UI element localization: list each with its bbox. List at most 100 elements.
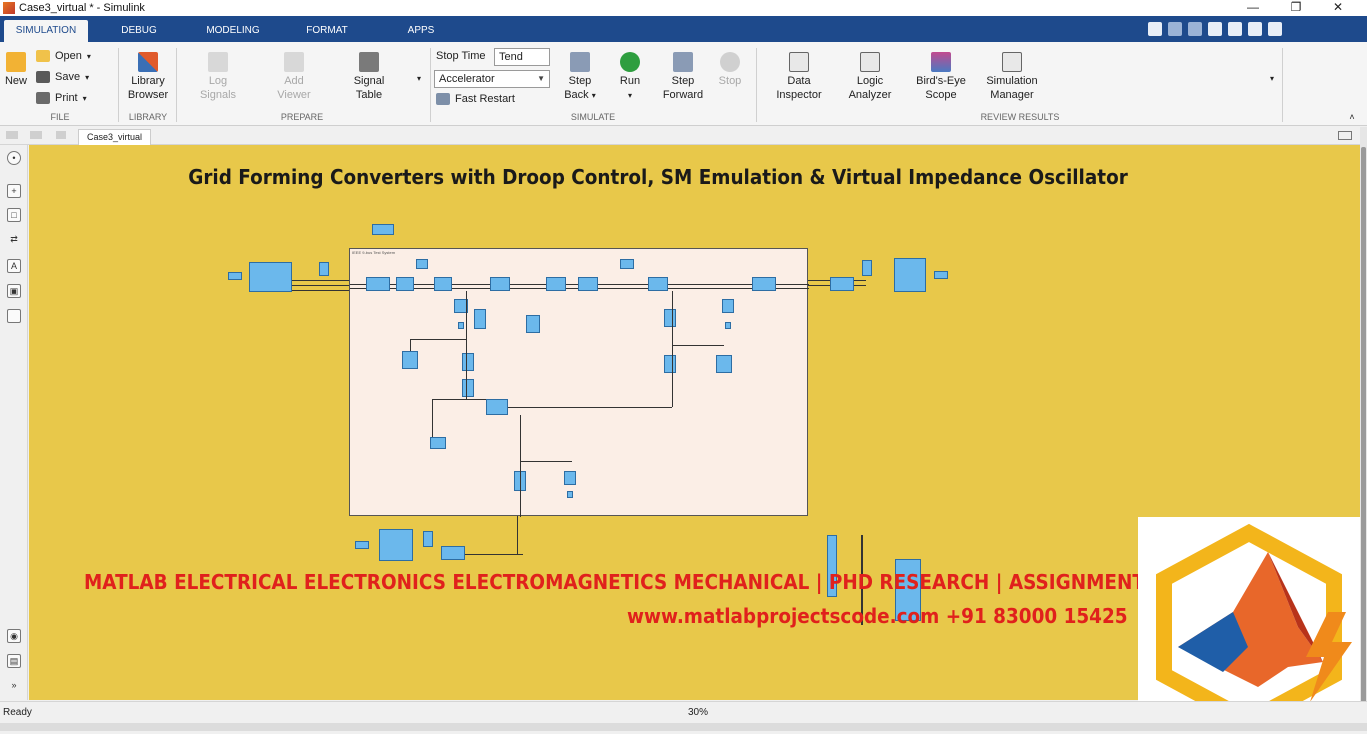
tab-apps[interactable]: APPS [392, 20, 450, 42]
open-button[interactable]: Open ▾ [36, 50, 91, 62]
model-block[interactable] [366, 277, 390, 291]
fast-restart-icon [436, 93, 450, 105]
model-block[interactable] [434, 277, 452, 291]
scrollbar-thumb[interactable] [1361, 147, 1366, 707]
model-block[interactable] [862, 260, 872, 276]
zoom-icon[interactable]: + [7, 184, 21, 198]
model-block[interactable] [578, 277, 598, 291]
minimize-button[interactable]: — [1233, 0, 1273, 16]
options-icon[interactable] [1268, 22, 1282, 36]
model-browser-icon[interactable]: ▤ [7, 654, 21, 668]
close-button[interactable]: ✕ [1318, 0, 1358, 16]
model-block[interactable] [430, 437, 446, 449]
model-block[interactable] [462, 379, 474, 397]
fit-to-view-icon[interactable]: □ [7, 208, 21, 222]
model-block[interactable] [396, 277, 414, 291]
arrow-direction-icon[interactable]: ⇄ [7, 233, 21, 247]
expand-palette-icon[interactable]: » [7, 679, 21, 693]
model-block[interactable] [458, 322, 464, 329]
simulation-manager-button[interactable]: Simulation Manager [982, 52, 1042, 102]
up-nav-icon[interactable] [56, 131, 66, 139]
save-quick-icon[interactable] [1148, 22, 1162, 36]
forward-nav-icon[interactable] [30, 131, 42, 139]
collapse-ribbon-icon[interactable]: ˄ [1346, 110, 1358, 124]
step-back-button[interactable]: Step Back ▾ [560, 52, 600, 103]
model-block[interactable] [249, 262, 292, 292]
model-block[interactable] [526, 315, 540, 333]
prepare-gallery-expand[interactable]: ▾ [413, 72, 425, 86]
new-button[interactable]: New [4, 52, 28, 88]
tab-modeling[interactable]: MODELING [196, 20, 270, 42]
area-icon[interactable] [7, 309, 21, 323]
model-block[interactable] [402, 351, 418, 369]
model-block[interactable] [725, 322, 731, 329]
add-viewer-icon [284, 52, 304, 72]
logic-analyzer-button[interactable]: Logic Analyzer [844, 52, 896, 102]
save-button[interactable]: Save ▾ [36, 71, 89, 83]
log-signals-button[interactable]: Log Signals [196, 52, 240, 102]
stop-button[interactable]: Stop [714, 52, 746, 88]
layout-icon[interactable] [1228, 22, 1242, 36]
hide-palette-icon[interactable]: • [7, 151, 21, 165]
step-forward-button[interactable]: Step Forward [660, 52, 706, 102]
model-block[interactable] [894, 258, 926, 292]
fast-restart-button[interactable]: Fast Restart [436, 93, 515, 105]
data-inspector-button[interactable]: Data Inspector [774, 52, 824, 102]
image-icon[interactable]: ▣ [7, 284, 21, 298]
restore-button[interactable]: ❐ [1276, 0, 1316, 16]
stop-time-input[interactable]: Tend [494, 48, 550, 66]
model-block[interactable] [319, 262, 329, 276]
matlab-logo-icon [1156, 523, 1352, 731]
model-block[interactable] [490, 277, 510, 291]
model-block[interactable] [228, 272, 242, 280]
hide-explorer-icon[interactable] [1338, 131, 1352, 140]
model-block[interactable] [564, 471, 576, 485]
model-block[interactable] [752, 277, 776, 291]
ribbon: New Open ▾ Save ▾ Print ▾ FILE Library Brow… [0, 42, 1367, 126]
status-bar: Ready 30% [0, 701, 1367, 723]
model-block[interactable] [474, 309, 486, 329]
tab-simulation[interactable]: SIMULATION [4, 20, 88, 42]
review-gallery-expand[interactable]: ▾ [1266, 72, 1278, 86]
model-block[interactable] [462, 353, 474, 371]
run-button[interactable]: Run ▾ [612, 52, 648, 103]
model-block[interactable] [441, 546, 465, 560]
undo-icon[interactable] [1168, 22, 1182, 36]
signal-line [410, 339, 411, 351]
model-block[interactable] [716, 355, 732, 373]
search-icon[interactable] [1208, 22, 1222, 36]
model-block[interactable] [620, 259, 634, 269]
model-block[interactable] [722, 299, 734, 313]
screenshot-icon[interactable]: ◉ [7, 629, 21, 643]
birds-eye-scope-button[interactable]: Bird's-Eye Scope [912, 52, 970, 102]
quick-access-toolbar [1148, 21, 1282, 37]
back-nav-icon[interactable] [6, 131, 18, 139]
model-block[interactable] [664, 309, 676, 327]
model-block[interactable] [355, 541, 369, 549]
model-block[interactable] [486, 399, 508, 415]
model-block[interactable] [379, 529, 413, 561]
add-viewer-button[interactable]: Add Viewer [272, 52, 316, 102]
annotation-icon[interactable]: A [7, 259, 21, 273]
help-icon[interactable] [1248, 22, 1262, 36]
library-browser-button[interactable]: Library Browser [124, 52, 172, 102]
redo-icon[interactable] [1188, 22, 1202, 36]
tab-debug[interactable]: DEBUG [108, 20, 170, 42]
vertical-scrollbar[interactable] [1360, 127, 1367, 707]
tab-format[interactable]: FORMAT [296, 20, 358, 42]
model-block[interactable] [664, 355, 676, 373]
ieee-9-bus-subsystem[interactable]: IEEE 9-bus Test System [349, 248, 809, 517]
simulation-mode-select[interactable]: Accelerator ▼ [434, 70, 550, 88]
print-button[interactable]: Print ▾ [36, 92, 87, 104]
model-block[interactable] [934, 271, 948, 279]
signal-table-button[interactable]: Signal Table [347, 52, 391, 102]
model-block[interactable] [648, 277, 668, 291]
model-block[interactable] [372, 224, 394, 235]
model-block[interactable] [416, 259, 428, 269]
tab-case3-virtual[interactable]: Case3_virtual [78, 129, 152, 145]
model-block[interactable] [567, 491, 573, 498]
model-block[interactable] [546, 277, 566, 291]
model-block[interactable] [830, 277, 854, 291]
divider [1282, 48, 1283, 122]
model-block[interactable] [423, 531, 433, 547]
